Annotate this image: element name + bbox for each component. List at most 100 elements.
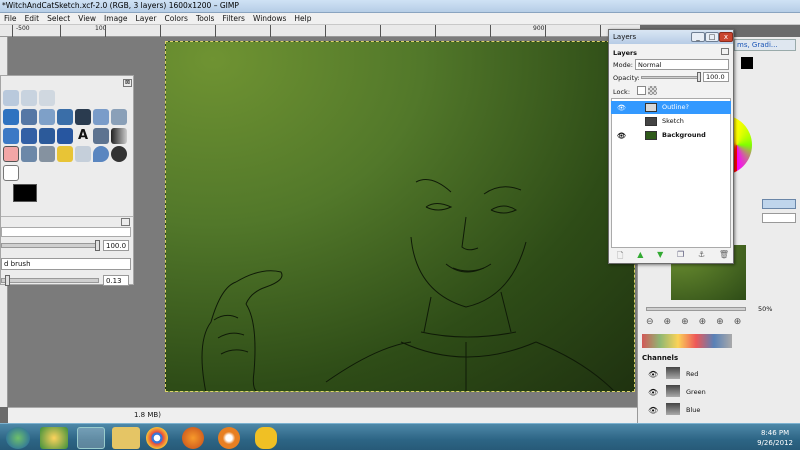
tab-brushes-gradients[interactable]: ms, Gradi... [734, 39, 796, 51]
lock-pixels-checkbox[interactable] [637, 86, 646, 95]
heal-tool-icon[interactable] [57, 146, 73, 162]
menu-select[interactable]: Select [43, 13, 74, 24]
anchor-layer-icon[interactable]: ⚓ [698, 250, 705, 262]
lower-layer-icon[interactable]: ▼ [657, 250, 663, 262]
clock-date: 9/26/2012 [757, 439, 793, 447]
opacity-slider-handle[interactable] [95, 240, 100, 251]
chrome-icon[interactable] [146, 427, 168, 449]
menu-image[interactable]: Image [100, 13, 132, 24]
layer-row-outline[interactable]: 👁 Outline? [611, 101, 731, 114]
brush-field[interactable]: d brush [1, 258, 131, 270]
perspective-clone-tool-icon[interactable] [75, 146, 91, 162]
raise-layer-icon[interactable]: ▲ [637, 250, 643, 262]
airbrush-tool-icon[interactable] [21, 146, 37, 162]
ellipse-select-tool-icon[interactable] [21, 90, 37, 106]
maximize-button[interactable]: □ [705, 32, 719, 42]
navigator-zoom-buttons[interactable]: ⊖⊕⊕⊕⊕⊕ [646, 317, 791, 327]
image-canvas[interactable] [165, 41, 635, 392]
channel-green-label[interactable]: Green [686, 388, 706, 396]
start-button-icon[interactable] [6, 427, 30, 449]
blend-tool-icon[interactable] [111, 128, 127, 144]
menu-layer[interactable]: Layer [132, 13, 161, 24]
eye-icon[interactable]: 👁 [648, 388, 658, 397]
foreground-select-tool-icon[interactable] [57, 109, 73, 125]
close-button[interactable]: x [719, 32, 733, 42]
dodge-burn-tool-icon[interactable] [111, 146, 127, 162]
menu-filters[interactable]: Filters [218, 13, 248, 24]
minimize-button[interactable]: _ [691, 32, 705, 42]
ink-tool-icon[interactable] [3, 165, 19, 181]
eye-icon[interactable]: 👁 [648, 406, 658, 415]
audio-app-icon[interactable] [255, 427, 277, 449]
menu-colors[interactable]: Colors [160, 13, 192, 24]
horizontal-ruler[interactable]: -500 100 900 [0, 25, 640, 37]
channels-title: Channels [642, 354, 679, 362]
menu-view[interactable]: View [74, 13, 100, 24]
layer-opacity-value[interactable]: 100.0 [703, 72, 729, 82]
scale-slider[interactable] [1, 278, 99, 283]
eye-icon[interactable]: 👁 [617, 104, 626, 112]
zoom-tool-icon[interactable] [111, 109, 127, 125]
scale-slider-handle[interactable] [5, 275, 10, 286]
layer-row-background[interactable]: 👁 Background [611, 129, 731, 142]
layer-name[interactable]: Sketch [662, 117, 684, 125]
paths-tool-icon[interactable] [75, 109, 91, 125]
text-tool-icon[interactable]: A [75, 128, 91, 144]
menu-windows[interactable]: Windows [249, 13, 290, 24]
layer-row-sketch[interactable]: Sketch [611, 115, 731, 128]
folder-icon[interactable] [112, 427, 140, 449]
blur-tool-icon[interactable] [93, 146, 109, 162]
layer-thumbnail [645, 131, 657, 140]
layers-menu-icon[interactable] [721, 48, 729, 55]
gimp-taskbar-icon[interactable] [77, 427, 105, 449]
eraser-tool-icon[interactable] [3, 146, 19, 162]
layer-name[interactable]: Outline? [662, 103, 689, 111]
rect-select-tool-icon[interactable] [3, 90, 19, 106]
divider [1, 216, 133, 217]
rotate-tool-icon[interactable] [93, 128, 109, 144]
align-tool-icon[interactable] [39, 128, 55, 144]
scale-value[interactable]: 0.13 [103, 275, 129, 286]
delete-layer-icon[interactable]: 🗑 [719, 250, 729, 262]
color-select-tool-icon[interactable] [21, 109, 37, 125]
menu-help[interactable]: Help [290, 13, 315, 24]
system-clock[interactable]: 8:46 PM 9/26/2012 [757, 428, 793, 448]
new-layer-icon[interactable]: 🗋 [617, 250, 623, 262]
eye-icon[interactable]: 👁 [617, 132, 626, 140]
color-button[interactable] [762, 199, 796, 209]
layer-thumbnail [645, 103, 657, 112]
channel-blue-label[interactable]: Blue [686, 406, 700, 414]
layer-opacity-slider[interactable] [641, 76, 699, 79]
dock-tab-strip[interactable] [642, 334, 732, 348]
toolbox-menu-icon[interactable]: ⊠ [123, 79, 132, 87]
opacity-slider[interactable] [1, 243, 99, 248]
scissors-tool-icon[interactable] [39, 109, 55, 125]
options-menu-icon[interactable] [121, 218, 130, 226]
blender-icon[interactable] [218, 427, 240, 449]
mode-select[interactable] [1, 227, 131, 237]
measure-tool-icon[interactable] [3, 128, 19, 144]
foreground-color-swatch[interactable] [13, 184, 37, 202]
picasa-icon[interactable] [40, 427, 68, 449]
crop-tool-icon[interactable] [57, 128, 73, 144]
layers-dialog-titlebar[interactable]: Layers _ □ x [609, 30, 733, 44]
navigator-zoom-slider[interactable] [646, 307, 746, 311]
eye-icon[interactable]: 👁 [648, 370, 658, 379]
channel-red-label[interactable]: Red [686, 370, 698, 378]
firefox-icon[interactable] [182, 427, 204, 449]
layer-name[interactable]: Background [662, 131, 706, 139]
menu-tools[interactable]: Tools [192, 13, 218, 24]
layer-opacity-handle[interactable] [697, 72, 701, 82]
free-select-tool-icon[interactable] [39, 90, 55, 106]
mode-select[interactable]: Normal [635, 59, 729, 70]
menu-edit[interactable]: Edit [21, 13, 44, 24]
color-hex-field[interactable] [762, 213, 796, 223]
duplicate-layer-icon[interactable]: ❐ [677, 250, 684, 262]
clone-tool-icon[interactable] [39, 146, 55, 162]
opacity-value[interactable]: 100.0 [103, 240, 129, 251]
menu-file[interactable]: File [0, 13, 21, 24]
color-picker-tool-icon[interactable] [93, 109, 109, 125]
lock-alpha-icon[interactable] [648, 86, 657, 95]
move-tool-icon[interactable] [21, 128, 37, 144]
fuzzy-select-tool-icon[interactable] [3, 109, 19, 125]
